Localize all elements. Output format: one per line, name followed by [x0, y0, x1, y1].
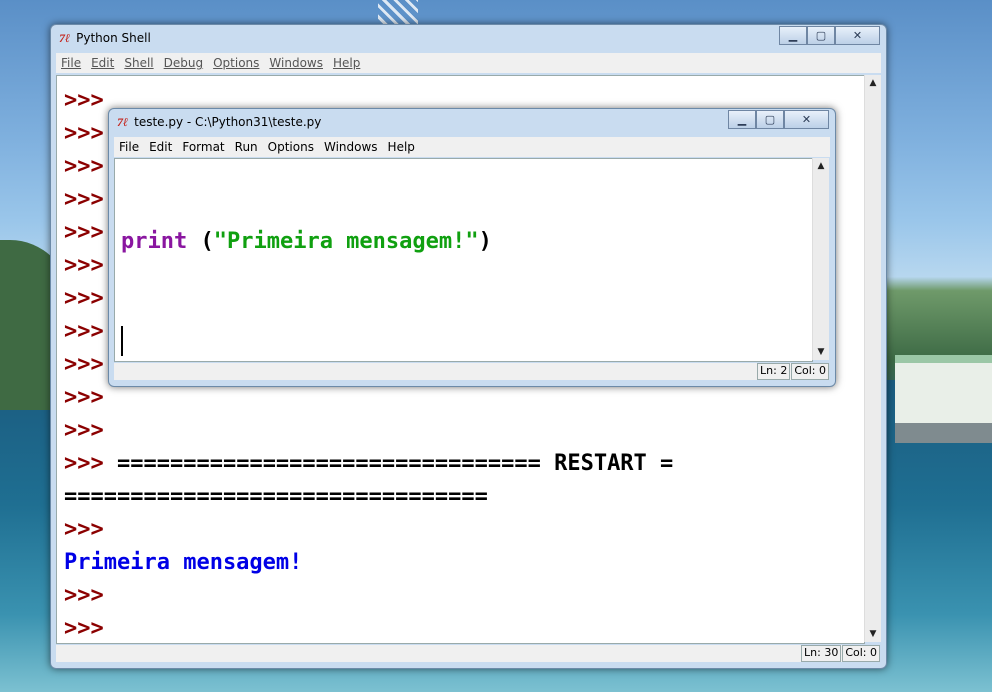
code-close-paren: ): [478, 229, 492, 254]
shell-scrollbar[interactable]: ▲ ▼: [864, 75, 881, 642]
shell-prompt: >>>: [64, 154, 104, 179]
code-line-1: print ("Primeira mensagem!"): [121, 225, 492, 258]
shell-prompt: >>>: [64, 319, 104, 344]
shell-status-ln: Ln: 30: [801, 645, 842, 662]
editor-window-controls: ▁ ▢ ✕: [728, 110, 829, 129]
code-string: "Primeira mensagem!": [213, 229, 479, 254]
scroll-up-icon[interactable]: ▲: [865, 75, 881, 91]
desktop-building: [895, 355, 992, 443]
shell-line: Primeira mensagem!: [64, 546, 673, 579]
shell-line: >>>: [64, 579, 673, 612]
shell-line: >>>: [64, 414, 673, 447]
shell-prompt: >>>: [64, 616, 104, 641]
shell-menu-options[interactable]: Options: [208, 56, 264, 70]
shell-window-controls: ▁ ▢ ✕: [779, 26, 880, 45]
shell-statusbar: Ln: 30 Col: 0: [56, 645, 880, 662]
shell-prompt: >>>: [64, 121, 104, 146]
editor-text-area[interactable]: print ("Primeira mensagem!"): [114, 158, 813, 362]
scroll-down-icon[interactable]: ▼: [865, 626, 881, 642]
shell-menu-edit[interactable]: Edit: [86, 56, 119, 70]
minimize-icon[interactable]: ▁: [779, 26, 807, 45]
shell-prompt: >>>: [64, 286, 104, 311]
shell-line: >>>: [64, 513, 673, 546]
shell-line: >>> ================================ RES…: [64, 447, 673, 480]
shell-line: ================================: [64, 480, 673, 513]
editor-menu-file[interactable]: File: [114, 140, 144, 154]
shell-prompt: >>>: [64, 220, 104, 245]
shell-prompt: >>>: [64, 583, 104, 608]
editor-menubar: File Edit Format Run Options Windows Hel…: [114, 137, 830, 157]
shell-menu-windows[interactable]: Windows: [264, 56, 328, 70]
shell-titlebar[interactable]: 7ℓ Python Shell: [51, 25, 886, 51]
code-keyword: print: [121, 229, 188, 254]
editor-status-col: Col: 0: [791, 363, 829, 380]
editor-code: print ("Primeira mensagem!"): [121, 159, 492, 361]
shell-prompt: >>>: [64, 352, 104, 377]
shell-menu-file[interactable]: File: [56, 56, 86, 70]
editor-statusbar: Ln: 2 Col: 0: [114, 363, 829, 380]
shell-title: Python Shell: [76, 31, 151, 45]
maximize-icon[interactable]: ▢: [756, 110, 784, 129]
editor-status-ln: Ln: 2: [757, 363, 791, 380]
python-tk-icon: 7ℓ: [59, 30, 71, 45]
shell-prompt: >>>: [64, 451, 104, 476]
editor-menu-run[interactable]: Run: [230, 140, 263, 154]
editor-menu-edit[interactable]: Edit: [144, 140, 177, 154]
maximize-icon[interactable]: ▢: [807, 26, 835, 45]
text-cursor: [121, 326, 123, 356]
code-line-2: [121, 324, 492, 357]
minimize-icon[interactable]: ▁: [728, 110, 756, 129]
editor-titlebar[interactable]: 7ℓ teste.py - C:\Python31\teste.py: [109, 109, 835, 135]
editor-menu-windows[interactable]: Windows: [319, 140, 383, 154]
shell-prompt: >>>: [64, 88, 104, 113]
scroll-up-icon[interactable]: ▲: [813, 158, 829, 174]
editor-title: teste.py - C:\Python31\teste.py: [134, 115, 322, 129]
code-open-paren: (: [187, 229, 214, 254]
close-icon[interactable]: ✕: [835, 26, 880, 45]
restart-banner: ================================ RESTART…: [103, 451, 674, 476]
shell-menu-debug[interactable]: Debug: [159, 56, 208, 70]
shell-prompt: >>>: [64, 187, 104, 212]
shell-line: >>>: [64, 612, 673, 643]
shell-menubar: File Edit Shell Debug Options Windows He…: [56, 53, 881, 73]
shell-prompt: >>>: [64, 517, 104, 542]
shell-prompt: >>>: [64, 253, 104, 278]
shell-status-col: Col: 0: [842, 645, 880, 662]
editor-menu-help[interactable]: Help: [383, 140, 420, 154]
program-output: Primeira mensagem!: [64, 550, 303, 575]
close-icon[interactable]: ✕: [784, 110, 829, 129]
shell-prompt: >>>: [64, 385, 104, 410]
editor-menu-format[interactable]: Format: [177, 140, 229, 154]
scroll-down-icon[interactable]: ▼: [813, 344, 829, 360]
shell-menu-shell[interactable]: Shell: [119, 56, 158, 70]
editor-window[interactable]: 7ℓ teste.py - C:\Python31\teste.py ▁ ▢ ✕…: [108, 108, 836, 387]
python-tk-icon: 7ℓ: [117, 114, 129, 129]
shell-prompt: >>>: [64, 418, 104, 443]
editor-menu-options[interactable]: Options: [263, 140, 319, 154]
restart-banner-tail: ================================: [64, 484, 488, 509]
shell-menu-help[interactable]: Help: [328, 56, 365, 70]
editor-scrollbar[interactable]: ▲ ▼: [812, 158, 829, 360]
